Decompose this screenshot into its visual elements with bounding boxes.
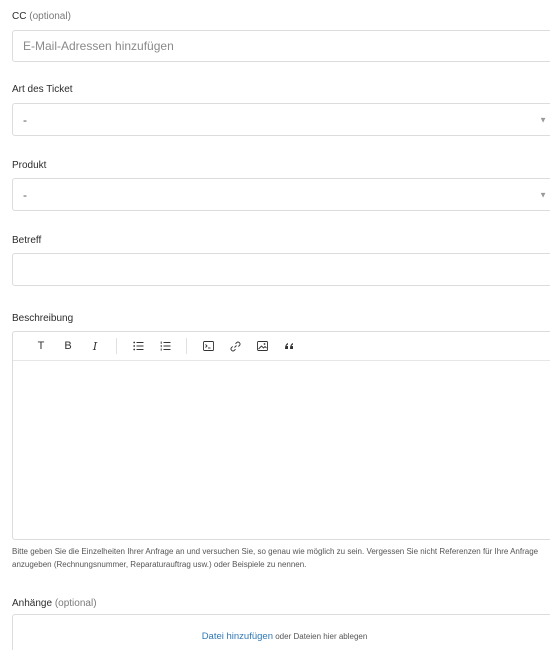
attachments-dropzone[interactable]: Datei hinzufügen oder Dateien hier ableg… — [12, 614, 550, 650]
caret-down-icon: ▼ — [539, 190, 547, 199]
editor-toolbar: T B I — [13, 332, 550, 361]
ticket-form: CC (optional) E-Mail-Adressen hinzufügen… — [0, 0, 550, 650]
numbered-list-icon[interactable] — [153, 336, 177, 356]
ticket-type-select[interactable]: - ▼ — [12, 103, 550, 136]
attachments-optional-text: (optional) — [54, 598, 97, 609]
ticket-type-value: - — [23, 112, 27, 127]
code-icon[interactable] — [196, 336, 220, 356]
subject-input[interactable] — [12, 253, 550, 286]
subject-value — [13, 254, 550, 285]
description-editor[interactable]: T B I — [12, 331, 550, 540]
heading-button[interactable]: T — [29, 336, 53, 356]
product-label: Produkt — [12, 160, 47, 171]
ticket-type-label: Art des Ticket — [12, 84, 73, 95]
product-select[interactable]: - ▼ — [12, 178, 550, 211]
bullet-list-icon[interactable] — [126, 336, 150, 356]
drop-files-text: oder Dateien hier ablegen — [275, 632, 368, 641]
bold-button[interactable]: B — [56, 336, 80, 356]
link-icon[interactable] — [223, 336, 247, 356]
cc-optional-text: (optional) — [29, 11, 71, 22]
cc-placeholder: E-Mail-Adressen hinzufügen — [23, 39, 174, 53]
toolbar-divider — [116, 338, 117, 354]
editor-content-area[interactable] — [13, 361, 550, 539]
caret-down-icon: ▼ — [539, 115, 547, 124]
italic-button[interactable]: I — [83, 336, 107, 356]
cc-label: CC (optional) — [12, 11, 71, 22]
attachments-label-text: Anhänge — [12, 598, 53, 609]
quote-icon[interactable] — [277, 336, 301, 356]
description-label: Beschreibung — [12, 313, 74, 324]
product-value: - — [23, 187, 27, 202]
toolbar-divider — [186, 338, 187, 354]
attachments-label: Anhänge (optional) — [12, 598, 97, 609]
description-hint: Bitte geben Sie die Einzelheiten Ihrer A… — [12, 547, 539, 569]
add-file-link[interactable]: Datei hinzufügen — [202, 631, 273, 642]
cc-label-text: CC — [12, 11, 27, 22]
subject-label: Betreff — [12, 235, 42, 246]
cc-input[interactable]: E-Mail-Adressen hinzufügen — [12, 30, 550, 62]
image-icon[interactable] — [250, 336, 274, 356]
